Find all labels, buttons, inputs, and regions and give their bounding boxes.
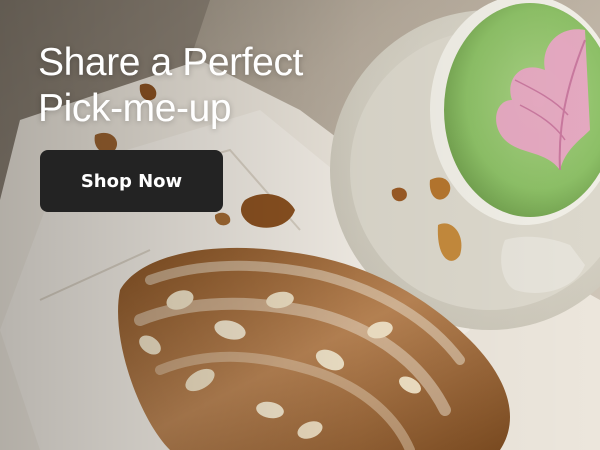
headline-line-2: Pick-me-up	[38, 87, 232, 130]
headline-line-1: Share a Perfect	[38, 41, 303, 84]
headline: Share a Perfect Pick-me-up	[38, 40, 303, 132]
promo-banner: Share a Perfect Pick-me-up Shop Now	[0, 0, 600, 450]
shop-now-button[interactable]: Shop Now	[40, 150, 223, 212]
